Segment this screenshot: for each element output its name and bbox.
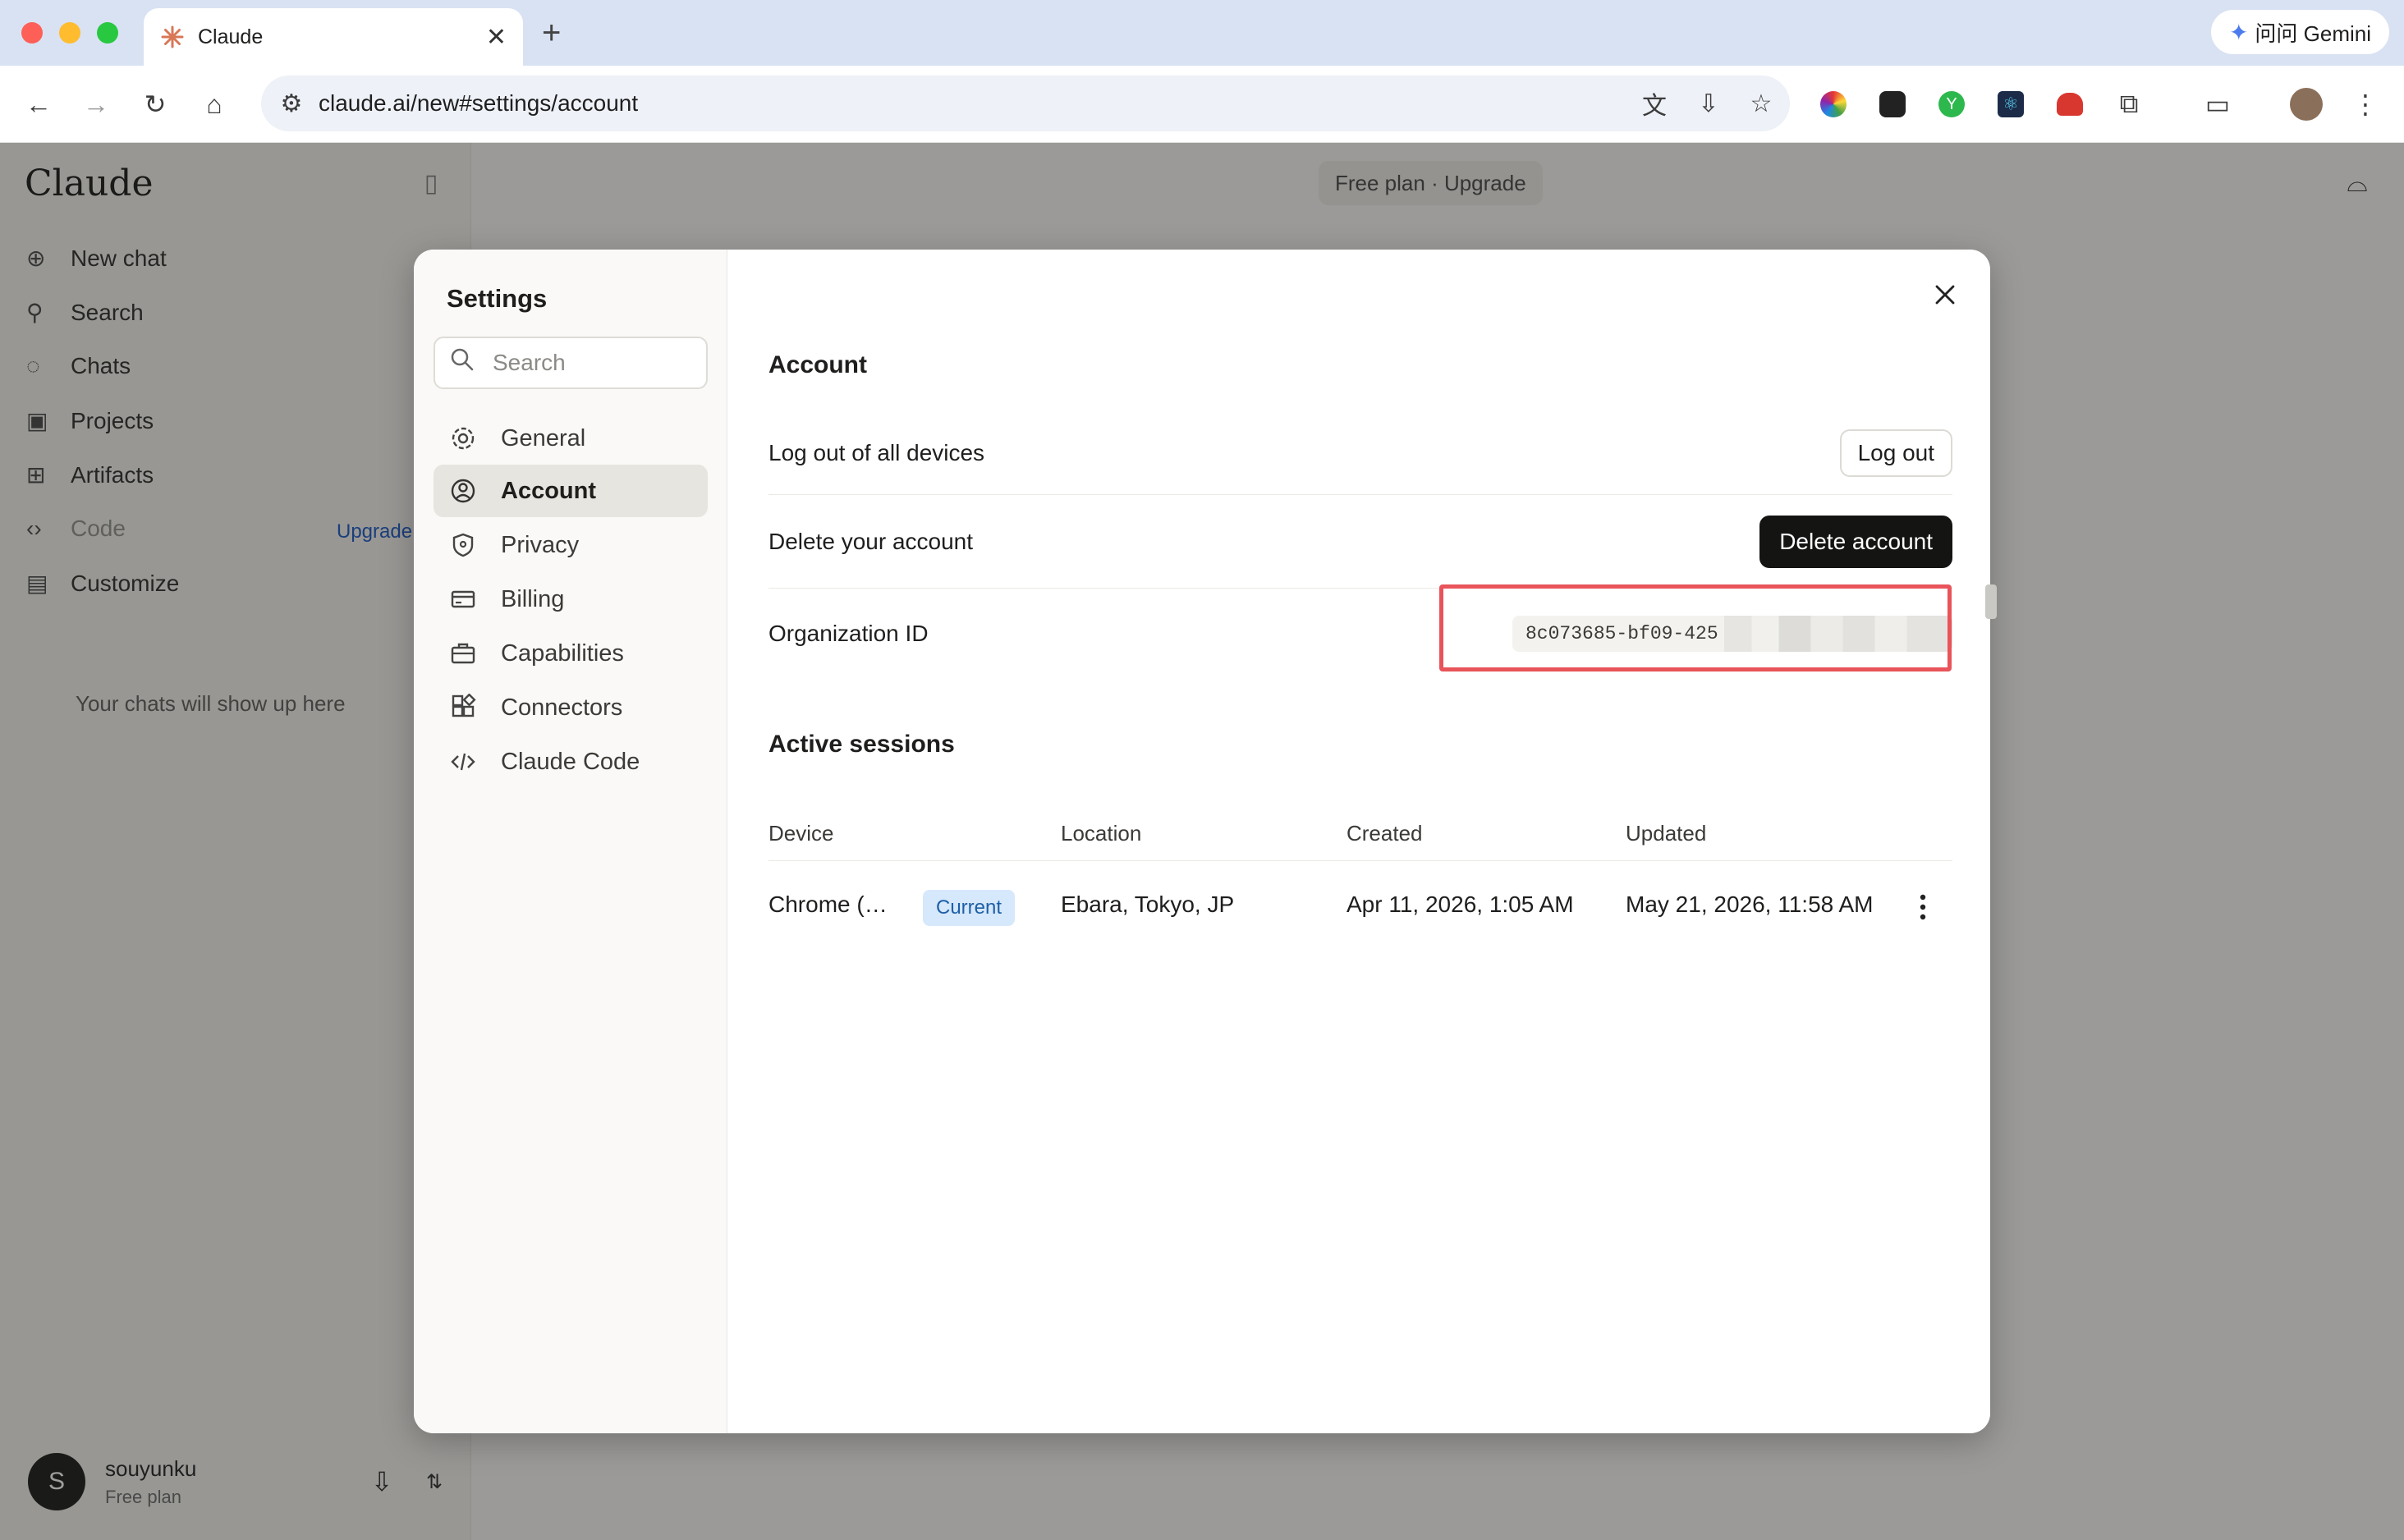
back-icon[interactable]: ← bbox=[18, 84, 59, 125]
nav-item-label: Account bbox=[501, 477, 596, 504]
organization-id-label: Organization ID bbox=[768, 621, 929, 646]
nav-item-label: Claude Code bbox=[501, 748, 640, 775]
column-header-location: Location bbox=[1061, 821, 1142, 846]
redaction-mosaic bbox=[1724, 616, 1952, 652]
nav-item-claude-code[interactable]: Claude Code bbox=[434, 736, 708, 788]
nav-item-billing[interactable]: Billing bbox=[434, 573, 708, 626]
address-bar[interactable]: ⚙ claude.ai/new#settings/account 文 ⇩ ☆ bbox=[261, 76, 1790, 131]
nav-item-label: Capabilities bbox=[501, 639, 624, 667]
settings-nav: Settings General Account Privacy Billing… bbox=[414, 250, 727, 1433]
window-zoom-button[interactable] bbox=[97, 22, 118, 44]
close-icon bbox=[1935, 285, 1955, 305]
session-device: Chrome (… bbox=[768, 891, 888, 917]
extension-color-icon[interactable] bbox=[1813, 84, 1854, 125]
delete-account-label: Delete your account bbox=[768, 529, 974, 554]
divider bbox=[768, 588, 1952, 589]
claude-favicon-icon bbox=[161, 25, 184, 48]
window-minimize-button[interactable] bbox=[59, 22, 80, 44]
code-icon bbox=[447, 745, 479, 778]
account-section-title: Account bbox=[768, 351, 867, 378]
install-app-icon[interactable]: ⇩ bbox=[1688, 83, 1729, 124]
nav-item-label: Connectors bbox=[501, 694, 623, 721]
profile-avatar-icon[interactable] bbox=[2286, 84, 2327, 125]
gemini-sparkle-icon: ✦ bbox=[2228, 19, 2249, 45]
connectors-icon bbox=[447, 691, 479, 724]
nav-item-label: Privacy bbox=[501, 531, 580, 558]
organization-id-value[interactable]: 8c073685-bf09-425 bbox=[1512, 616, 1952, 652]
modal-scrollbar[interactable] bbox=[1985, 584, 1997, 619]
delete-account-button[interactable]: Delete account bbox=[1759, 516, 1952, 568]
nav-item-capabilities[interactable]: Capabilities bbox=[434, 627, 708, 680]
nav-item-connectors[interactable]: Connectors bbox=[434, 681, 708, 734]
column-header-updated: Updated bbox=[1626, 821, 1707, 846]
tab-close-icon[interactable]: ✕ bbox=[486, 23, 507, 52]
translate-icon[interactable]: 文 bbox=[1634, 83, 1675, 124]
status-badge: Current bbox=[923, 890, 1016, 926]
settings-search-input[interactable] bbox=[493, 350, 690, 376]
active-sessions-title: Active sessions bbox=[768, 731, 955, 758]
window-close-button[interactable] bbox=[21, 22, 43, 44]
gear-icon bbox=[447, 422, 479, 455]
forward-icon[interactable]: → bbox=[76, 84, 117, 125]
bookmark-star-icon[interactable]: ☆ bbox=[1741, 83, 1782, 124]
extension-red-icon[interactable] bbox=[2049, 84, 2090, 125]
more-vertical-icon bbox=[1920, 894, 1926, 920]
session-created: Apr 11, 2026, 1:05 AM bbox=[1347, 891, 1574, 917]
settings-title: Settings bbox=[447, 284, 548, 313]
site-settings-icon[interactable]: ⚙ bbox=[271, 83, 312, 124]
billing-icon bbox=[447, 583, 479, 616]
nav-item-account[interactable]: Account bbox=[434, 465, 708, 517]
browser-tab-claude[interactable]: Claude ✕ bbox=[144, 8, 523, 66]
divider bbox=[768, 494, 1952, 495]
nav-item-label: General bbox=[501, 424, 586, 451]
extension-react-icon[interactable]: ⚛ bbox=[1990, 84, 2031, 125]
organization-id-text: 8c073685-bf09-425 bbox=[1525, 623, 1718, 644]
delete-account-row: Delete your account Delete account bbox=[768, 516, 1952, 568]
gemini-button[interactable]: ✦ 问问 Gemini bbox=[2210, 10, 2389, 54]
reload-icon[interactable]: ↻ bbox=[135, 84, 176, 125]
browser-menu-icon[interactable]: ⋮ bbox=[2345, 84, 2386, 125]
divider bbox=[768, 860, 1952, 861]
search-tabs-icon[interactable]: ▭ bbox=[2197, 84, 2238, 125]
nav-item-privacy[interactable]: Privacy bbox=[434, 519, 708, 571]
extension-mask-icon[interactable] bbox=[1872, 84, 1913, 125]
session-updated: May 21, 2026, 11:58 AM bbox=[1626, 891, 1874, 917]
extensions-puzzle-icon[interactable]: ⧉ bbox=[2108, 84, 2149, 125]
logout-row: Log out of all devices Log out bbox=[768, 427, 1952, 479]
browser-toolbar: ← → ↻ ⌂ ⚙ claude.ai/new#settings/account… bbox=[0, 66, 2404, 143]
close-button[interactable] bbox=[1925, 274, 1966, 315]
settings-search[interactable] bbox=[434, 337, 708, 389]
session-location: Ebara, Tokyo, JP bbox=[1061, 891, 1235, 917]
tab-title: Claude bbox=[198, 25, 264, 48]
column-header-created: Created bbox=[1347, 821, 1423, 846]
logout-button[interactable]: Log out bbox=[1839, 429, 1952, 477]
shield-icon bbox=[447, 529, 479, 561]
logout-label: Log out of all devices bbox=[768, 440, 985, 465]
search-icon bbox=[450, 347, 475, 378]
address-url[interactable]: claude.ai/new#settings/account bbox=[319, 90, 638, 117]
column-header-device: Device bbox=[768, 821, 834, 846]
new-tab-button[interactable]: + bbox=[542, 13, 561, 53]
organization-id-row: Organization ID 8c073685-bf09-425 bbox=[768, 607, 1952, 660]
nav-item-general[interactable]: General bbox=[434, 412, 708, 465]
home-icon[interactable]: ⌂ bbox=[194, 84, 235, 125]
session-more-button[interactable] bbox=[1906, 887, 1939, 928]
settings-modal: Settings General Account Privacy Billing… bbox=[414, 250, 1990, 1433]
briefcase-icon bbox=[447, 637, 479, 670]
account-icon bbox=[447, 474, 479, 507]
extension-y-icon[interactable]: Y bbox=[1931, 84, 1972, 125]
gemini-label: 问问 Gemini bbox=[2255, 21, 2371, 46]
nav-item-label: Billing bbox=[501, 585, 565, 612]
browser-tab-strip: Claude ✕ + ✦ 问问 Gemini bbox=[0, 0, 2404, 66]
